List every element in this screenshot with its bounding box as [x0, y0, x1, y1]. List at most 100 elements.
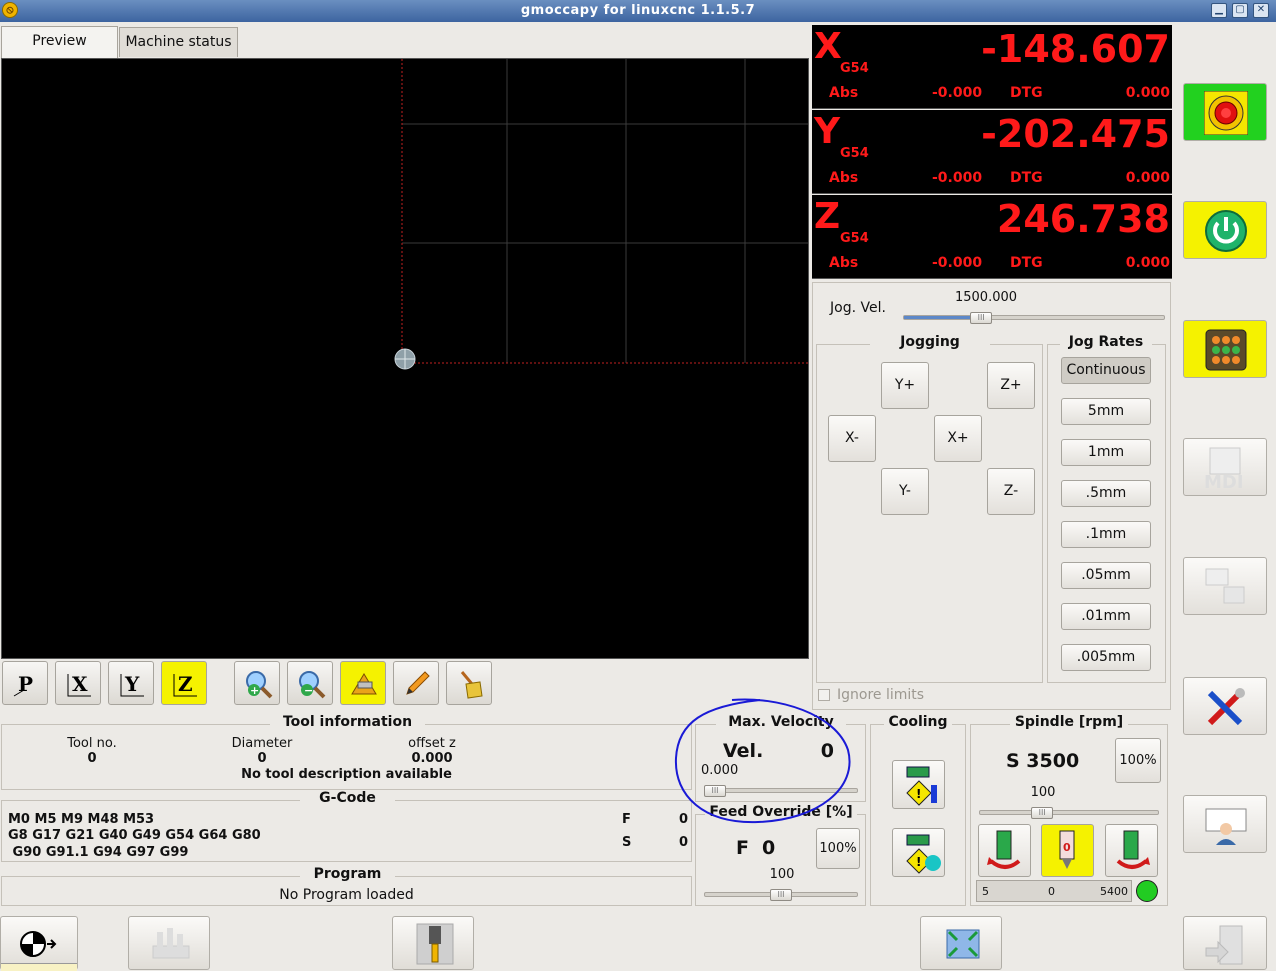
- jog-x-plus-button[interactable]: X+: [934, 415, 982, 462]
- jog-y-minus-button[interactable]: Y-: [881, 468, 929, 515]
- jog-rate-01mm[interactable]: .1mm: [1061, 521, 1151, 548]
- jog-rates-frame: [1047, 344, 1166, 683]
- dro-abs-label: Abs: [829, 255, 859, 271]
- jog-velocity-value: 1500.000: [954, 290, 1018, 305]
- flood-coolant-button[interactable]: !: [892, 828, 945, 877]
- jog-x-minus-button[interactable]: X-: [828, 415, 876, 462]
- clear-plot-button[interactable]: [446, 661, 492, 705]
- flood-coolant-icon: !: [906, 834, 941, 874]
- show-dimensions-button[interactable]: [340, 661, 386, 705]
- spindle-reverse-button[interactable]: [1105, 824, 1158, 877]
- maximize-button[interactable]: ▢: [1232, 3, 1248, 18]
- home-all-button[interactable]: [0, 916, 78, 971]
- dro-axis-letter: X: [814, 26, 842, 67]
- dro-x[interactable]: X G54 -148.607 Abs -0.000 DTG 0.000: [812, 25, 1172, 109]
- mist-coolant-button[interactable]: !: [892, 760, 945, 809]
- jog-rate-continuous[interactable]: Continuous: [1061, 357, 1151, 384]
- spindle-bar-max: 5400: [1100, 885, 1128, 898]
- estop-button[interactable]: [1183, 83, 1267, 141]
- view-p-icon: P: [13, 672, 33, 697]
- e-stop-icon: [1204, 91, 1248, 135]
- manual-mode-button[interactable]: [1183, 557, 1267, 615]
- feed-override-reset-button[interactable]: 100%: [816, 828, 860, 869]
- jog-rate-5mm[interactable]: 5mm: [1061, 398, 1151, 425]
- view-y-icon: Y: [120, 672, 144, 697]
- spindle-override-handle[interactable]: III: [1031, 807, 1054, 819]
- jog-velocity-fill: [904, 316, 977, 319]
- fullscreen-button[interactable]: [920, 916, 1002, 970]
- jog-rate-0005mm[interactable]: .005mm: [1061, 644, 1151, 671]
- dimensions-icon: [351, 673, 377, 695]
- spindle-title: Spindle [rpm]: [1010, 714, 1128, 730]
- spindle-override-reset-button[interactable]: 100%: [1115, 738, 1161, 783]
- tool-description: No tool description available: [241, 767, 452, 782]
- gcode-s-value: 0: [678, 835, 688, 850]
- tab-machine-status[interactable]: Machine status: [119, 27, 238, 57]
- auto-mode-button[interactable]: [1183, 320, 1267, 378]
- spindle-forward-button[interactable]: [978, 824, 1031, 877]
- user-tabs-button[interactable]: [1183, 795, 1267, 853]
- svg-text:−: −: [304, 684, 313, 697]
- dro-y[interactable]: Y G54 -202.475 Abs -0.000 DTG 0.000: [812, 110, 1172, 194]
- dro-dtg-label: DTG: [1010, 255, 1043, 271]
- dro-value: -202.475: [981, 112, 1170, 156]
- feed-override-handle[interactable]: III: [770, 889, 792, 901]
- jog-z-plus-button[interactable]: Z+: [987, 362, 1035, 409]
- view-z-icon: Z: [173, 672, 197, 697]
- dro-abs-value: -0.000: [932, 85, 983, 101]
- jog-z-minus-button[interactable]: Z-: [987, 468, 1035, 515]
- program-title: Program: [300, 866, 395, 882]
- spindle-bar-value: 0: [1048, 885, 1055, 898]
- jog-rate-05mm[interactable]: .5mm: [1061, 480, 1151, 507]
- close-button[interactable]: ✕: [1253, 3, 1269, 18]
- diameter-value: 0: [257, 751, 267, 766]
- tool-change-button[interactable]: [392, 916, 474, 970]
- power-button[interactable]: [1183, 201, 1267, 259]
- zoom-in-button[interactable]: +: [234, 661, 280, 705]
- dro-z[interactable]: Z G54 246.738 Abs -0.000 DTG 0.000: [812, 195, 1172, 279]
- gcode-preview[interactable]: [1, 58, 809, 659]
- offset-z-label: offset z: [408, 736, 456, 751]
- spindle-at-speed-led: [1136, 880, 1158, 902]
- exit-button[interactable]: [1183, 916, 1267, 970]
- view-perspective-button[interactable]: P: [2, 661, 48, 705]
- dro-value: 246.738: [996, 197, 1170, 241]
- jog-y-plus-button[interactable]: Y+: [881, 362, 929, 409]
- jog-velocity-slider[interactable]: [903, 315, 1165, 320]
- svg-text:!: !: [916, 787, 921, 801]
- view-y-button[interactable]: Y: [108, 661, 154, 705]
- spindle-override-slider[interactable]: [979, 810, 1159, 815]
- svg-text:X: X: [72, 672, 88, 696]
- zoom-out-icon: −: [299, 671, 326, 699]
- exit-icon: [1205, 925, 1243, 965]
- program-status: No Program loaded: [279, 887, 414, 903]
- feed-override-slider-value: 100: [769, 867, 795, 882]
- edit-button[interactable]: [393, 661, 439, 705]
- jog-rate-005mm[interactable]: .05mm: [1061, 562, 1151, 589]
- zoom-in-icon: +: [246, 671, 273, 699]
- settings-button[interactable]: [1183, 677, 1267, 735]
- dro-abs-label: Abs: [829, 170, 859, 186]
- svg-text:0: 0: [1063, 841, 1071, 854]
- jog-rate-1mm[interactable]: 1mm: [1061, 439, 1151, 466]
- jog-rate-001mm[interactable]: .01mm: [1061, 603, 1151, 630]
- gcode-line-3: G90 G91.1 G94 G97 G99: [8, 845, 189, 860]
- view-z-button[interactable]: Z: [161, 661, 207, 705]
- spindle-stop-button[interactable]: 0: [1041, 824, 1094, 877]
- gcode-f-label: F: [622, 812, 631, 827]
- zoom-out-button[interactable]: −: [287, 661, 333, 705]
- window-title: gmoccapy for linuxcnc 1.1.5.7: [520, 3, 756, 18]
- dro-value: -148.607: [981, 27, 1170, 71]
- jog-velocity-label: Jog. Vel.: [830, 300, 886, 316]
- mdi-button[interactable]: MDI: [1183, 438, 1267, 496]
- cooling-frame: [870, 724, 966, 906]
- view-x-button[interactable]: X: [55, 661, 101, 705]
- minimize-button[interactable]: ▁: [1211, 3, 1227, 18]
- svg-text:!: !: [916, 855, 921, 869]
- jog-velocity-handle[interactable]: III: [970, 312, 993, 324]
- spindle-cw-icon: [987, 830, 1021, 869]
- dro-dtg-value: 0.000: [1125, 170, 1170, 186]
- tab-preview[interactable]: Preview: [1, 26, 118, 58]
- touch-off-button[interactable]: [128, 916, 210, 970]
- power-icon: [1205, 210, 1247, 252]
